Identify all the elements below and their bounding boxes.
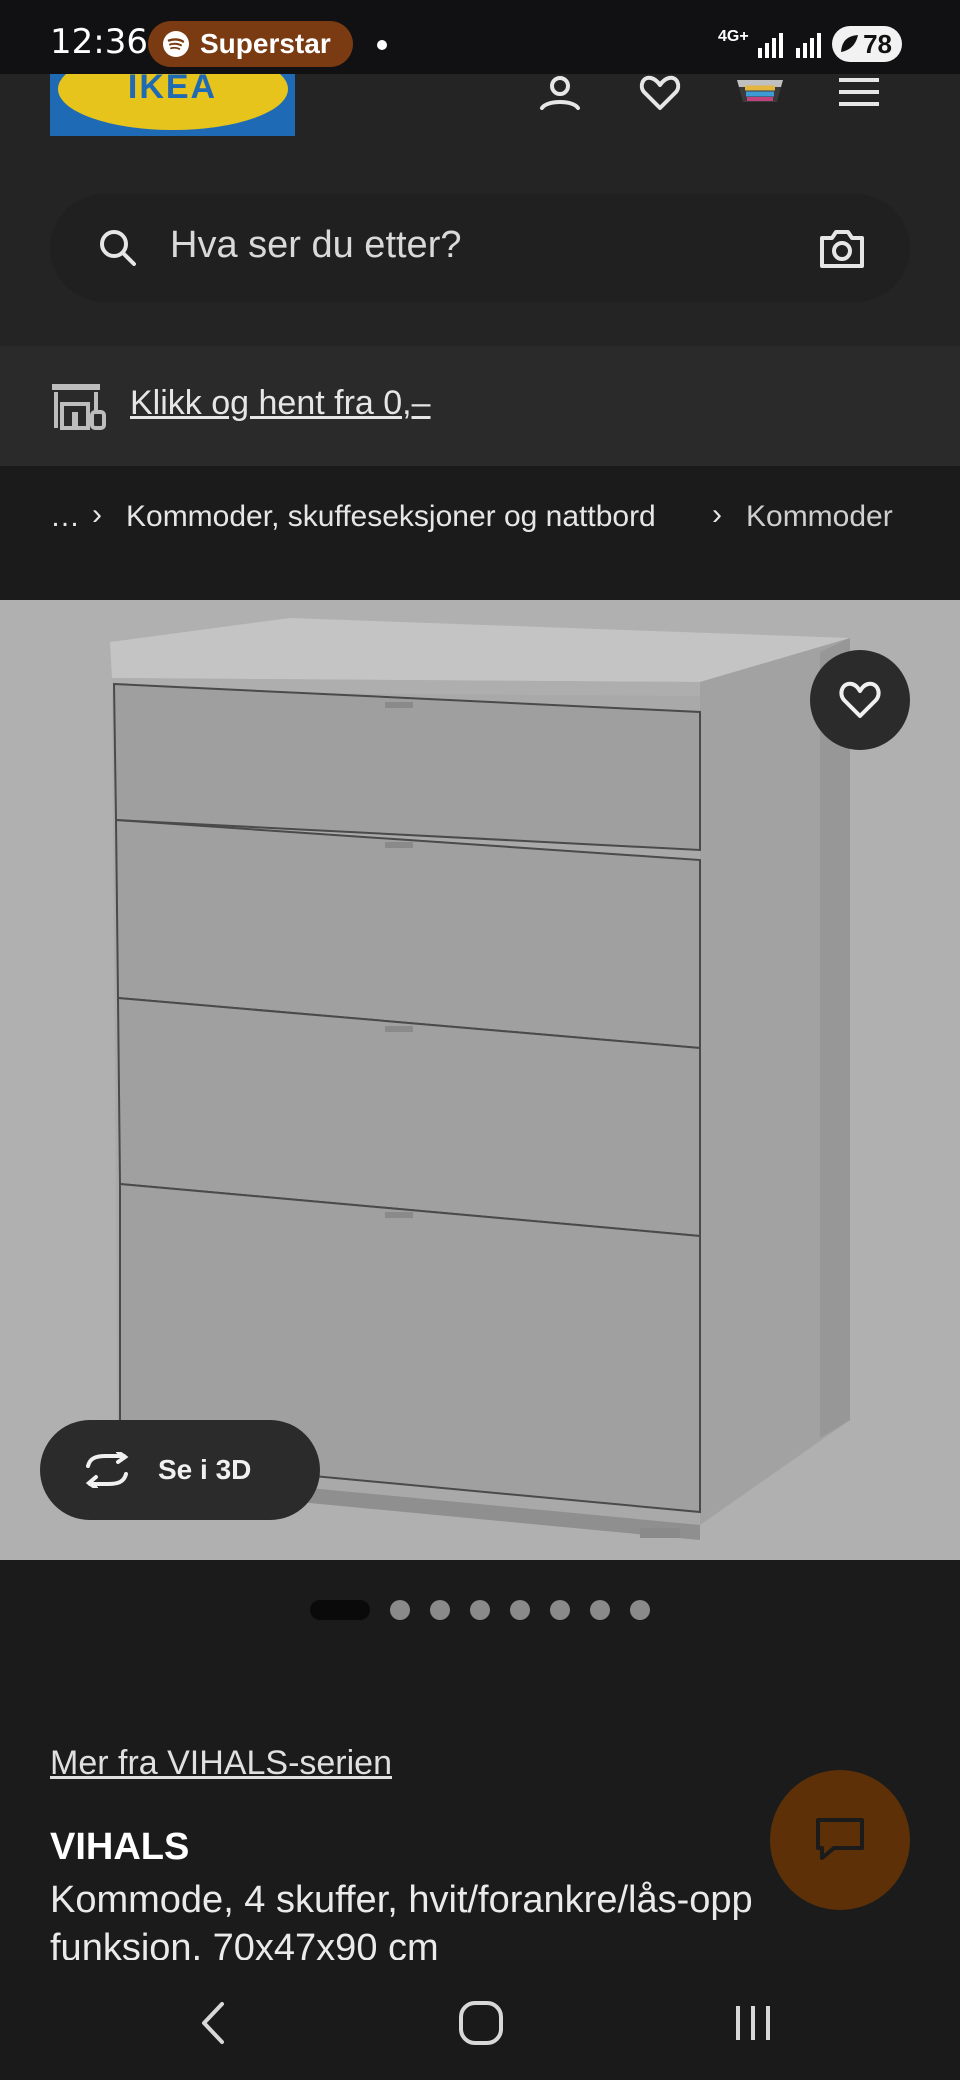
basket-icon[interactable] (733, 74, 787, 120)
notification-dot (377, 40, 387, 50)
series-link[interactable]: Mer fra VIHALS-serien (50, 1744, 392, 1783)
rotate-3d-icon (85, 1452, 129, 1488)
user-icon[interactable] (533, 74, 587, 120)
heart-icon[interactable] (633, 74, 687, 120)
store-icon (52, 384, 106, 430)
pagination-dot[interactable] (430, 1600, 450, 1620)
back-icon[interactable] (190, 2000, 240, 2046)
product-description: Kommode, 4 skuffer, hvit/forankre/lås-op… (50, 1879, 753, 1969)
breadcrumb-ellipsis[interactable]: … (50, 500, 80, 534)
media-title: Superstar (200, 28, 331, 59)
pagination-dot-active[interactable] (310, 1600, 370, 1620)
status-time: 12:36 (50, 22, 148, 62)
product-image[interactable]: Se i 3D (0, 600, 960, 1560)
view-3d-button[interactable]: Se i 3D (40, 1420, 320, 1520)
ikea-logo[interactable]: IKEA (50, 74, 295, 136)
battery-level: 78 (863, 28, 892, 59)
chat-icon (816, 1818, 864, 1860)
dresser-illustration (110, 618, 850, 1540)
pagination-dot[interactable] (590, 1600, 610, 1620)
battery-indicator: 78 (832, 26, 902, 62)
pagination-dot[interactable] (630, 1600, 650, 1620)
search-bar[interactable]: Hva ser du etter? (50, 194, 910, 302)
signal-icon (758, 33, 783, 58)
media-pill[interactable]: Superstar (148, 21, 353, 67)
chevron-right-icon: › (712, 498, 722, 531)
view-3d-label: Se i 3D (158, 1454, 252, 1485)
click-collect-banner: Klikk og hent fra 0,– (0, 346, 960, 466)
pagination-dot[interactable] (550, 1600, 570, 1620)
favorite-button[interactable] (810, 650, 910, 750)
system-nav-bar (0, 1960, 960, 2080)
network-type: 4G+ (718, 28, 749, 45)
gallery-pagination (0, 1598, 960, 1622)
status-bar: 12:36 Superstar 4G+ 78 (0, 0, 960, 74)
pagination-dot[interactable] (470, 1600, 490, 1620)
breadcrumb-item-current: Kommoder (746, 500, 893, 533)
product-name: VIHALS (50, 1826, 190, 1868)
pagination-dot[interactable] (390, 1600, 410, 1620)
chat-button[interactable] (770, 1770, 910, 1910)
heart-icon (839, 681, 881, 718)
site-header: IKEA Hva ser du etter? (0, 74, 960, 346)
pagination-dot[interactable] (510, 1600, 530, 1620)
chevron-right-icon: › (92, 498, 102, 531)
battery-saver-icon (841, 35, 858, 52)
logo-text: IKEA (127, 74, 218, 106)
home-icon[interactable] (456, 2000, 506, 2046)
search-input[interactable]: Hva ser du etter? (170, 224, 461, 267)
spotify-icon (163, 31, 189, 57)
recent-apps-icon[interactable] (728, 2000, 778, 2046)
camera-icon[interactable] (818, 228, 866, 270)
breadcrumb: … › Kommoder, skuffeseksjoner og nattbor… (0, 466, 960, 600)
menu-icon[interactable] (833, 74, 887, 120)
breadcrumb-item-chests[interactable]: Kommoder, skuffeseksjoner og nattbord (126, 500, 656, 534)
search-icon (100, 230, 136, 266)
signal-icon-2 (796, 33, 821, 58)
click-collect-link[interactable]: Klikk og hent fra 0,– (130, 384, 431, 423)
